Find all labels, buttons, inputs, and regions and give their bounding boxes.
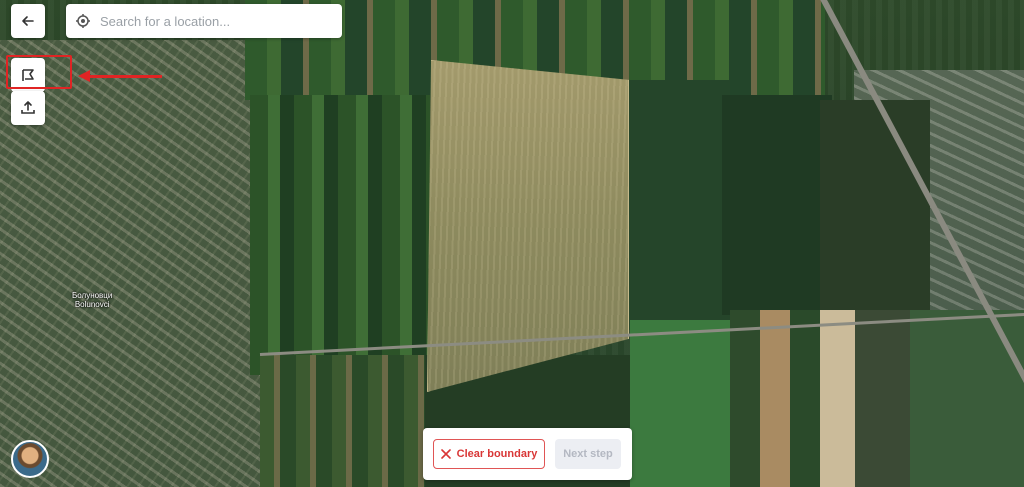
map-fields-bottom-right [730,310,1024,487]
close-icon [440,449,451,459]
user-avatar[interactable] [11,440,49,478]
search-bar[interactable] [66,4,342,38]
search-input[interactable] [100,6,342,36]
next-step-label: Next step [563,448,613,460]
next-step-button[interactable]: Next step [555,439,621,469]
annotation-highlight-box [6,55,72,89]
upload-button[interactable] [11,91,45,125]
clear-boundary-label: Clear boundary [456,448,538,460]
clear-boundary-button[interactable]: Clear boundary [433,439,545,469]
back-button[interactable] [11,4,45,38]
map-fields-middle [250,95,430,375]
place-label-latin: Bolunovci [74,300,110,309]
satellite-map[interactable]: Болуновци Bolunovci [0,0,1024,487]
place-label-cyrillic: Болуновци [72,291,113,300]
map-place-label: Болуновци Bolunovci [72,291,112,309]
map-field [620,80,730,330]
arrow-left-icon [22,16,34,26]
upload-icon [21,101,35,114]
map-field [722,95,832,315]
bottom-action-panel: Clear boundary Next step [423,428,632,480]
map-field [820,100,930,310]
map-field [630,320,730,487]
location-target-icon [66,4,100,38]
map-fields-bottom [260,355,430,487]
annotation-arrow-line [88,75,162,78]
